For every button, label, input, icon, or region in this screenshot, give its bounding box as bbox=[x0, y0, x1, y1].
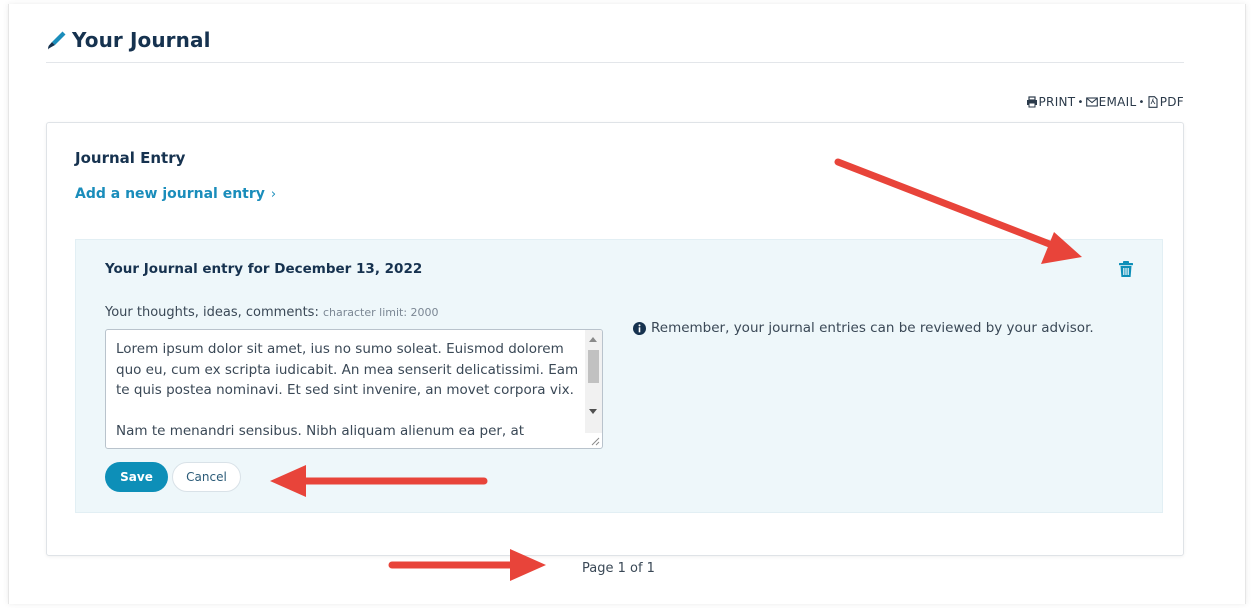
header-divider bbox=[46, 62, 1184, 63]
entry-paragraph: Lorem ipsum dolor sit amet, ius no sumo … bbox=[116, 341, 579, 398]
reminder-text: Remember, your journal entries can be re… bbox=[651, 320, 1094, 336]
separator: • bbox=[1077, 96, 1084, 108]
character-limit: character limit: 2000 bbox=[322, 306, 439, 319]
email-label: EMAIL bbox=[1098, 95, 1137, 109]
resize-grip-icon[interactable] bbox=[590, 436, 600, 446]
page-title: Your Journal bbox=[72, 28, 211, 52]
info-icon bbox=[633, 321, 646, 335]
cancel-button[interactable]: Cancel bbox=[172, 462, 241, 492]
journal-card: Journal Entry Add a new journal entry › … bbox=[46, 122, 1184, 556]
comments-field-label: Your thoughts, ideas, comments: characte… bbox=[105, 305, 439, 320]
journal-entry-textarea[interactable]: Lorem ipsum dolor sit amet, ius no sumo … bbox=[105, 329, 603, 449]
pagination-label: Page 1 of 1 bbox=[582, 561, 655, 576]
page-header: Your Journal bbox=[46, 28, 211, 52]
advisor-reminder: Remember, your journal entries can be re… bbox=[633, 320, 1094, 336]
journal-entry-panel: Your Journal entry for December 13, 2022… bbox=[75, 239, 1163, 513]
pdf-label: PDF bbox=[1159, 95, 1184, 109]
print-link[interactable]: PRINT bbox=[1026, 95, 1076, 109]
pdf-file-icon bbox=[1148, 96, 1158, 108]
email-link[interactable]: EMAIL bbox=[1085, 95, 1137, 109]
textarea-scrollbar[interactable] bbox=[585, 330, 602, 433]
printer-icon bbox=[1026, 96, 1037, 108]
separator: • bbox=[1138, 96, 1145, 108]
field-label-text: Your thoughts, ideas, comments: bbox=[105, 305, 319, 320]
share-links: PRINT • EMAIL • PDF bbox=[1026, 95, 1184, 109]
scrollbar-thumb[interactable] bbox=[588, 350, 599, 383]
print-label: PRINT bbox=[1038, 95, 1076, 109]
add-link-label: Add a new journal entry bbox=[75, 186, 265, 202]
trash-icon[interactable] bbox=[1118, 260, 1134, 278]
envelope-icon bbox=[1085, 97, 1098, 107]
chevron-right-icon: › bbox=[270, 186, 277, 202]
scroll-down-icon[interactable] bbox=[589, 409, 597, 414]
entry-heading: Your Journal entry for December 13, 2022 bbox=[105, 261, 423, 277]
pen-icon bbox=[48, 31, 66, 50]
add-journal-entry-link[interactable]: Add a new journal entry › bbox=[75, 186, 276, 202]
pdf-link[interactable]: PDF bbox=[1147, 95, 1184, 109]
textarea-content: Lorem ipsum dolor sit amet, ius no sumo … bbox=[116, 339, 581, 448]
save-button[interactable]: Save bbox=[105, 462, 168, 492]
entry-paragraph: Nam te menandri sensibus. Nibh aliquam a… bbox=[116, 422, 525, 439]
scroll-up-icon[interactable] bbox=[589, 337, 597, 342]
card-title: Journal Entry bbox=[75, 149, 186, 167]
